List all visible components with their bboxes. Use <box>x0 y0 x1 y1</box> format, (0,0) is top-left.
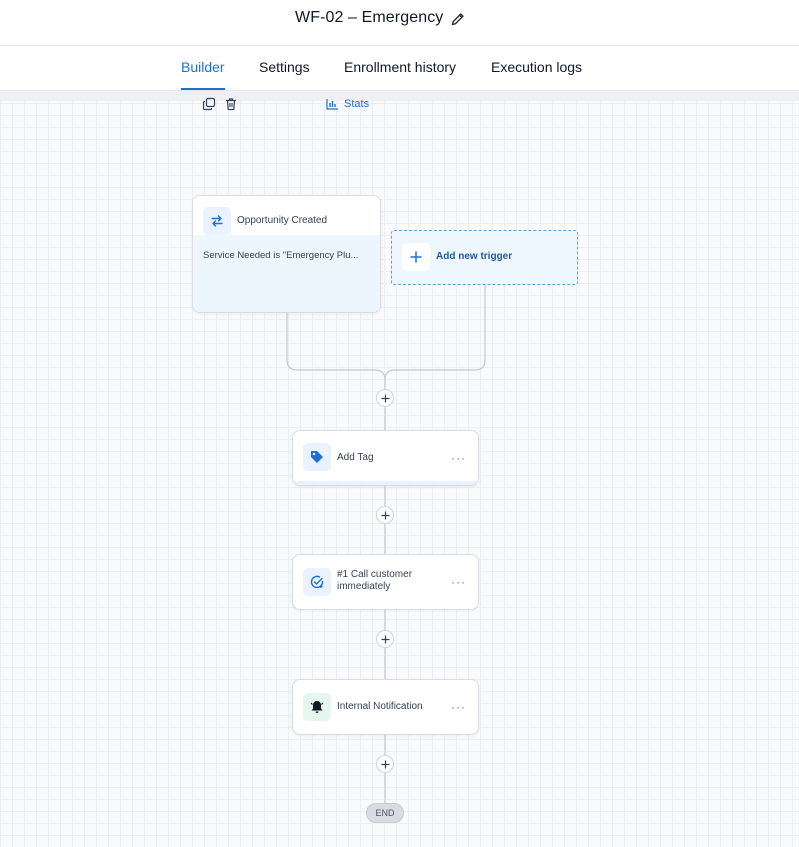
tab-enrollment-history[interactable]: Enrollment history <box>344 59 456 75</box>
trigger-card-body <box>193 235 380 312</box>
more-options-icon[interactable]: ··· <box>451 451 466 465</box>
action-card-add-tag[interactable]: Add Tag ··· <box>292 430 479 486</box>
stats-button[interactable]: Stats <box>326 97 369 111</box>
active-tab-indicator <box>181 88 225 90</box>
task-check-icon <box>310 575 324 589</box>
stats-label: Stats <box>344 98 370 110</box>
add-step-button[interactable] <box>376 755 394 773</box>
more-options-icon[interactable]: ··· <box>451 575 466 589</box>
plus-icon <box>381 394 389 402</box>
plus-icon <box>410 251 422 263</box>
plus-icon-box <box>402 243 430 271</box>
bell-icon <box>310 701 324 713</box>
action-card-accent <box>293 481 478 485</box>
tag-icon <box>311 451 323 463</box>
action-card-call-customer[interactable]: #1 Call customer immediately ··· <box>292 554 479 610</box>
action-card-internal-notification[interactable]: Internal Notification ··· <box>292 679 479 735</box>
action-icon-box <box>303 693 331 721</box>
trigger-condition: Service Needed is "Emergency Plu... <box>203 250 359 261</box>
plus-icon <box>381 760 389 768</box>
tab-settings[interactable]: Settings <box>259 59 310 75</box>
add-step-button[interactable] <box>376 389 394 407</box>
copy-icon[interactable] <box>202 97 216 111</box>
action-label: Internal Notification <box>337 701 423 712</box>
action-label: Add Tag <box>337 452 374 463</box>
trigger-card-opportunity-created[interactable]: Opportunity Created Service Needed is "E… <box>192 195 381 313</box>
canvas-top-strip <box>0 91 799 101</box>
more-options-icon[interactable]: ··· <box>451 700 466 714</box>
action-label-line1: #1 Call customer <box>337 569 413 580</box>
workflow-title: WF-02 – Emergency <box>295 9 444 26</box>
trigger-title: Opportunity Created <box>237 215 328 226</box>
end-marker: END <box>366 803 404 823</box>
tab-bar: Builder Settings Enrollment history Exec… <box>0 46 799 91</box>
add-new-trigger-label: Add new trigger <box>436 251 513 262</box>
tab-builder[interactable]: Builder <box>181 59 225 75</box>
trigger-icon-box <box>203 207 231 235</box>
bar-chart-icon <box>326 99 338 110</box>
plus-icon <box>381 635 389 643</box>
action-icon-box <box>303 568 331 596</box>
action-label-line2: immediately <box>337 581 391 592</box>
top-bar: WF-02 – Emergency <box>0 0 799 46</box>
pencil-edit-icon[interactable] <box>450 11 466 27</box>
plus-icon <box>381 511 389 519</box>
add-step-button[interactable] <box>376 630 394 648</box>
swap-arrows-icon <box>211 215 223 227</box>
trash-icon[interactable] <box>224 97 238 111</box>
action-icon-box <box>303 443 331 471</box>
add-step-button[interactable] <box>376 506 394 524</box>
tab-execution-logs[interactable]: Execution logs <box>491 59 582 75</box>
add-new-trigger-button[interactable]: Add new trigger <box>391 230 578 285</box>
